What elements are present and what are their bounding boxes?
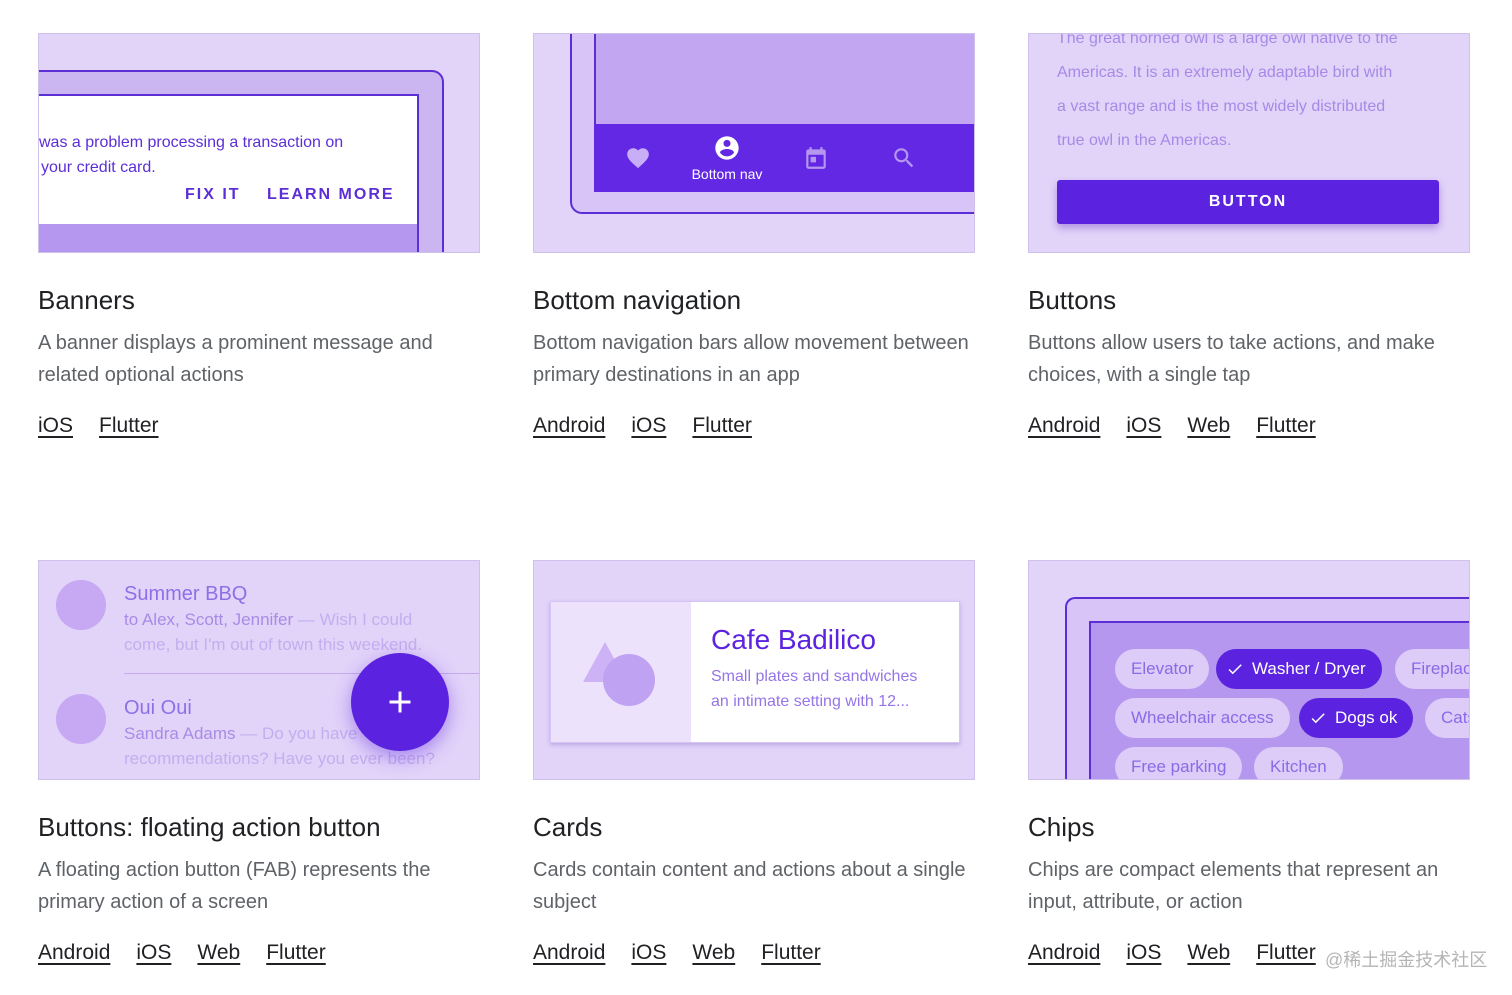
link-android[interactable]: Android bbox=[533, 414, 605, 438]
watermark: @稀土掘金技术社区 bbox=[1325, 950, 1488, 970]
link-flutter[interactable]: Flutter bbox=[266, 941, 326, 965]
link-flutter[interactable]: Flutter bbox=[761, 941, 821, 965]
link-android[interactable]: Android bbox=[1028, 941, 1100, 965]
list-item-title: Oui Oui bbox=[124, 697, 192, 719]
link-web[interactable]: Web bbox=[1187, 414, 1230, 438]
list-item-subtitle: Sandra Adams — Do you have bbox=[124, 724, 358, 743]
cards-preview[interactable]: Cafe Badilico Small plates and sandwiche… bbox=[533, 560, 975, 780]
link-web[interactable]: Web bbox=[197, 941, 240, 965]
component-title[interactable]: Banners bbox=[38, 285, 135, 316]
search-icon bbox=[894, 148, 914, 168]
card-subtitle: Small plates and sandwiches an intimate … bbox=[711, 668, 918, 710]
account-circle-icon bbox=[715, 136, 739, 160]
nav-item-active[interactable]: Bottom nav bbox=[682, 124, 772, 192]
chip-dogs-ok[interactable]: Dogs ok bbox=[1299, 698, 1414, 738]
component-title[interactable]: Cards bbox=[533, 812, 602, 843]
platform-links: Android iOS Web Flutter bbox=[1028, 414, 1316, 438]
list-item-snippet: recommendations? Have you ever been? bbox=[124, 749, 435, 768]
component-title[interactable]: Buttons: floating action button bbox=[38, 812, 381, 843]
link-flutter[interactable]: Flutter bbox=[1256, 414, 1316, 438]
component-title[interactable]: Buttons bbox=[1028, 285, 1116, 316]
banners-preview[interactable]: was a problem processing a transaction o… bbox=[38, 33, 480, 253]
link-web[interactable]: Web bbox=[1187, 941, 1230, 965]
component-title[interactable]: Bottom navigation bbox=[533, 285, 741, 316]
link-android[interactable]: Android bbox=[38, 941, 110, 965]
check-icon bbox=[1228, 664, 1242, 675]
learn-more-button[interactable]: LEARN MORE bbox=[267, 186, 395, 204]
banner-message: was a problem processing a transaction o… bbox=[39, 134, 344, 176]
bottom-nav-bar: Bottom nav bbox=[594, 124, 974, 192]
fab-preview[interactable]: Summer BBQ to Alex, Scott, Jennifer — Wi… bbox=[38, 560, 480, 780]
shapes-icon bbox=[583, 642, 655, 706]
fix-it-button[interactable]: FIX IT bbox=[185, 186, 241, 204]
chips-preview[interactable]: Elevator Washer / Dryer Fireplac Wheelch… bbox=[1028, 560, 1470, 780]
link-ios[interactable]: iOS bbox=[631, 414, 666, 438]
floating-action-button[interactable] bbox=[351, 653, 449, 751]
list-item-subtitle: to Alex, Scott, Jennifer — Wish I could bbox=[124, 610, 413, 629]
component-title[interactable]: Chips bbox=[1028, 812, 1094, 843]
bottom-navigation-preview[interactable]: Bottom nav bbox=[533, 33, 975, 253]
link-web[interactable]: Web bbox=[692, 941, 735, 965]
nav-item-search[interactable] bbox=[874, 124, 934, 192]
nav-item-label: Bottom nav bbox=[691, 166, 763, 182]
component-description: Cards contain content and actions about … bbox=[533, 859, 966, 913]
platform-links: Android iOS Web Flutter bbox=[38, 941, 326, 965]
platform-links: Android iOS Flutter bbox=[533, 414, 752, 438]
avatar bbox=[56, 694, 106, 744]
link-ios[interactable]: iOS bbox=[1126, 941, 1161, 965]
nav-item-calendar[interactable] bbox=[786, 124, 846, 192]
component-description: Buttons allow users to take actions, and… bbox=[1028, 332, 1435, 386]
screen-content bbox=[594, 34, 974, 124]
list-item-snippet: come, but I'm out of town this weekend. bbox=[124, 635, 423, 654]
platform-links: Android iOS Web Flutter bbox=[1028, 941, 1316, 965]
list-item-title: Summer BBQ bbox=[124, 583, 248, 605]
plus-icon bbox=[389, 691, 411, 713]
link-flutter[interactable]: Flutter bbox=[1256, 941, 1316, 965]
chip-kitchen[interactable]: Kitchen bbox=[1254, 747, 1343, 779]
component-description: Bottom navigation bars allow movement be… bbox=[533, 332, 969, 386]
chip-cats[interactable]: Cats bbox=[1425, 698, 1469, 738]
platform-links: iOS Flutter bbox=[38, 414, 159, 438]
chip-free-parking[interactable]: Free parking bbox=[1115, 747, 1243, 779]
check-icon bbox=[1311, 713, 1325, 724]
nav-item-favorites[interactable] bbox=[608, 124, 668, 192]
link-ios[interactable]: iOS bbox=[631, 941, 666, 965]
buttons-preview[interactable]: The great horned owl is a large owl nati… bbox=[1028, 33, 1470, 253]
link-flutter[interactable]: Flutter bbox=[99, 414, 159, 438]
calendar-icon bbox=[806, 147, 826, 169]
chip-fireplace[interactable]: Fireplac bbox=[1395, 649, 1469, 689]
component-description: Chips are compact elements that represen… bbox=[1028, 859, 1439, 913]
contained-button[interactable]: BUTTON bbox=[1057, 180, 1439, 224]
heart-icon bbox=[627, 148, 649, 169]
chip-elevator[interactable]: Elevator bbox=[1115, 649, 1210, 689]
card-title: Cafe Badilico bbox=[711, 624, 876, 655]
body-text: The great horned owl is a large owl nati… bbox=[1057, 33, 1398, 149]
chip-wheelchair-access[interactable]: Wheelchair access bbox=[1115, 698, 1290, 738]
sample-card[interactable]: Cafe Badilico Small plates and sandwiche… bbox=[550, 601, 960, 743]
platform-links: Android iOS Web Flutter bbox=[533, 941, 821, 965]
chip-washer-dryer[interactable]: Washer / Dryer bbox=[1216, 649, 1382, 689]
link-ios[interactable]: iOS bbox=[136, 941, 171, 965]
link-ios[interactable]: iOS bbox=[38, 414, 73, 438]
link-android[interactable]: Android bbox=[1028, 414, 1100, 438]
card-media bbox=[551, 602, 691, 742]
link-flutter[interactable]: Flutter bbox=[692, 414, 752, 438]
component-description: A banner displays a prominent message an… bbox=[38, 332, 433, 386]
avatar bbox=[56, 580, 106, 630]
component-description: A floating action button (FAB) represent… bbox=[38, 859, 431, 913]
link-android[interactable]: Android bbox=[533, 941, 605, 965]
link-ios[interactable]: iOS bbox=[1126, 414, 1161, 438]
screen-content bbox=[39, 224, 417, 252]
